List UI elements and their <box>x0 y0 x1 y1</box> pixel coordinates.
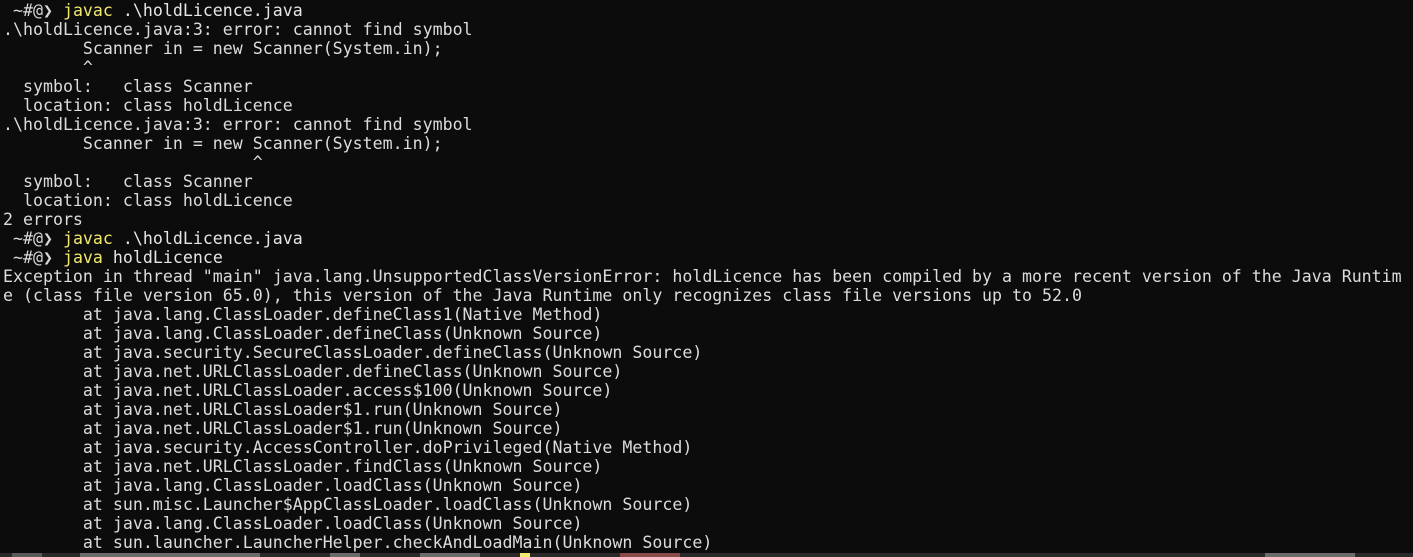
output-line: at java.lang.ClassLoader.loadClass(Unkno… <box>3 476 583 495</box>
status-segment <box>420 553 480 557</box>
status-bar <box>0 553 1413 557</box>
prompt-line: ~#@❯ javac .\holdLicence.java <box>3 229 1413 248</box>
status-segment <box>620 553 680 557</box>
command-args: .\holdLicence.java <box>112 1 303 20</box>
command-name: javac <box>62 229 113 248</box>
status-segment <box>1265 553 1355 557</box>
prompt-line: ~#@❯ java holdLicence <box>3 248 1413 267</box>
status-segment <box>12 553 42 557</box>
output-line: at java.net.URLClassLoader$1.run(Unknown… <box>3 419 563 438</box>
prompt-symbol: ~#@❯ <box>3 229 63 248</box>
output-line: at java.lang.ClassLoader.defineClass(Unk… <box>3 324 603 343</box>
output-line: at java.lang.ClassLoader.defineClass1(Na… <box>3 305 603 324</box>
output-line: symbol: class Scanner <box>3 172 253 191</box>
command-name: java <box>62 248 103 267</box>
output-line: location: class holdLicence <box>3 191 293 210</box>
output-line: Scanner in = new Scanner(System.in); <box>3 39 443 58</box>
output-line: ^ <box>3 58 93 77</box>
status-segment <box>80 553 260 557</box>
output-line: at java.lang.ClassLoader.loadClass(Unkno… <box>3 514 583 533</box>
output-line: 2 errors <box>3 210 83 229</box>
output-line: Scanner in = new Scanner(System.in); <box>3 134 443 153</box>
output-line: .\holdLicence.java:3: error: cannot find… <box>3 115 473 134</box>
output-line: at java.net.URLClassLoader.access$100(Un… <box>3 381 613 400</box>
output-line: ^ <box>3 153 263 172</box>
command-name: javac <box>62 1 113 20</box>
prompt-line: ~#@❯ javac .\holdLicence.java <box>3 1 1413 20</box>
output-line: Exception in thread "main" java.lang.Uns… <box>3 267 1402 286</box>
terminal-output[interactable]: ~#@❯ javac .\holdLicence.java .\holdLicen… <box>3 1 1413 552</box>
output-line: at sun.misc.Launcher$AppClassLoader.load… <box>3 495 693 514</box>
output-line: at java.security.SecureClassLoader.defin… <box>3 343 703 362</box>
output-line: at sun.launcher.LauncherHelper.checkAndL… <box>3 533 713 552</box>
output-line: at java.net.URLClassLoader.defineClass(U… <box>3 362 623 381</box>
output-line: e (class file version 65.0), this versio… <box>3 286 1082 305</box>
status-segment <box>330 553 360 557</box>
output-line: at java.security.AccessController.doPriv… <box>3 438 693 457</box>
status-segment <box>520 553 530 557</box>
prompt-symbol: ~#@❯ <box>3 1 63 20</box>
command-args: holdLicence <box>102 248 223 267</box>
output-line: location: class holdLicence <box>3 96 293 115</box>
output-line: .\holdLicence.java:3: error: cannot find… <box>3 20 473 39</box>
command-args: .\holdLicence.java <box>112 229 303 248</box>
prompt-symbol: ~#@❯ <box>3 248 63 267</box>
output-line: at java.net.URLClassLoader.findClass(Unk… <box>3 457 603 476</box>
output-line: symbol: class Scanner <box>3 77 253 96</box>
output-line: at java.net.URLClassLoader$1.run(Unknown… <box>3 400 563 419</box>
